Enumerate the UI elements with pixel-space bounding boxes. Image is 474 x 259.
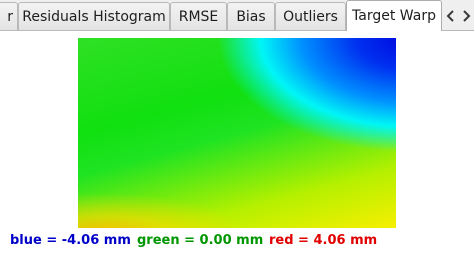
legend-green: green = 0.00 mm [137,233,263,248]
tab-rmse[interactable]: RMSE [170,2,227,30]
tab-label: RMSE [178,8,219,25]
tab-label: Bias [236,8,266,25]
legend-red: red = 4.06 mm [269,233,377,248]
tab-label: Residuals Histogram [22,8,166,25]
tab-label: Outliers [283,8,338,25]
legend-red-text: red = 4.06 mm [269,233,378,248]
target-warp-map [78,38,396,228]
legend-blue: blue = -4.06 mm [10,233,131,248]
tab-target-warp[interactable]: Target Warp [346,0,442,31]
tab-bar: r Residuals Histogram RMSE Bias Outliers… [0,0,474,31]
scroll-right-button[interactable] [457,6,474,26]
tab-outliers[interactable]: Outliers [275,2,346,30]
tab-label: r [7,8,13,25]
chevron-left-icon [446,10,454,22]
chevron-right-icon [463,10,471,22]
legend-blue-text: blue = -4.06 mm [10,233,131,248]
tab-residuals-histogram[interactable]: Residuals Histogram [18,2,170,30]
tab-label: Target Warp [352,8,436,24]
legend-green-text: green = 0.00 mm [137,233,264,248]
tab-bias[interactable]: Bias [227,2,275,30]
tab-partial-left[interactable]: r [0,2,18,30]
